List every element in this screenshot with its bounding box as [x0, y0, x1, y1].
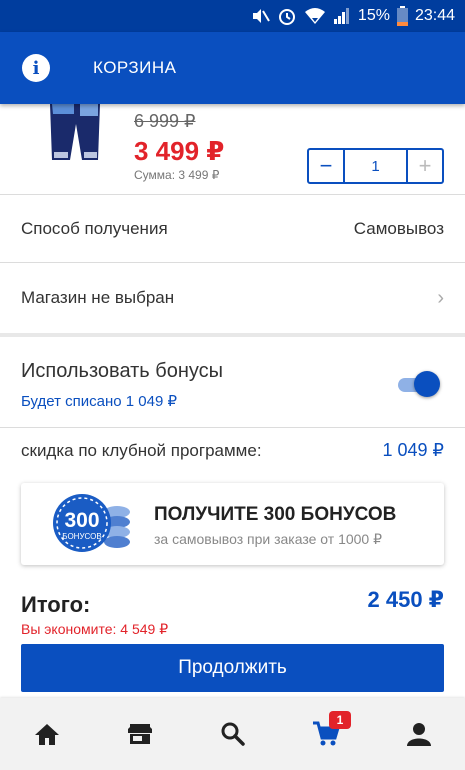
home-icon — [34, 724, 59, 745]
clock: 23:44 — [414, 7, 455, 24]
bonuses-deduction: Будет списано 1 049 ₽ — [21, 393, 178, 410]
decrease-button[interactable]: − — [309, 150, 345, 182]
cart-item: 6 999 ₽ 3 499 ₽ Сумма: 3 499 ₽ − 1 + — [0, 104, 465, 192]
use-bonuses-label: Использовать бонусы — [21, 360, 224, 382]
savings-text: Вы экономите: 4 549 ₽ — [21, 621, 169, 637]
product-image[interactable] — [44, 104, 106, 164]
status-bar: 15% 23:44 — [0, 0, 465, 32]
store-icon — [127, 724, 152, 744]
total-value: 2 450 ₽ — [367, 587, 444, 612]
bonus-promo-card[interactable]: 300 БОНУСОВ ПОЛУЧИТЕ 300 БОНУСОВ за само… — [21, 483, 444, 565]
bonus-badge-text: БОНУСОВ — [62, 532, 102, 541]
club-discount-label: скидка по клубной программе: — [21, 441, 262, 460]
old-price: 6 999 ₽ — [134, 111, 196, 131]
nav-home[interactable] — [0, 698, 93, 770]
alarm-icon — [278, 9, 295, 25]
item-sum: Сумма: 3 499 ₽ — [134, 168, 220, 182]
delivery-method-label: Способ получения — [21, 218, 168, 238]
store-select-row[interactable]: Магазин не выбран › — [0, 263, 465, 333]
cart-count-badge: 1 — [329, 711, 351, 729]
chevron-right-icon: › — [437, 286, 444, 309]
profile-icon — [406, 723, 431, 746]
mute-icon — [252, 9, 270, 23]
wifi-icon — [304, 8, 325, 24]
search-icon — [221, 722, 245, 746]
bottom-nav: 1 — [0, 698, 465, 770]
quantity-stepper: − 1 + — [307, 148, 444, 184]
divider — [0, 427, 465, 428]
toggle-knob — [414, 371, 440, 397]
promo-title: ПОЛУЧИТЕ 300 БОНУСОВ — [154, 504, 397, 525]
nav-search[interactable] — [186, 698, 279, 770]
nav-cart[interactable]: 1 — [279, 698, 372, 770]
page-title: КОРЗИНА — [93, 58, 177, 77]
promo-subtitle: за самовывоз при заказе от 1000 ₽ — [154, 531, 383, 547]
increase-button[interactable]: + — [406, 150, 442, 182]
quantity-input[interactable]: 1 — [345, 150, 406, 182]
section-gap — [0, 333, 465, 337]
battery-percent: 15% — [357, 7, 390, 24]
info-icon[interactable]: i — [22, 54, 50, 82]
battery-icon — [396, 6, 408, 26]
store-label: Магазин не выбран — [21, 288, 175, 307]
bonus-badge-number: 300 — [64, 509, 100, 532]
current-price: 3 499 ₽ — [134, 136, 225, 166]
app-bar: i КОРЗИНА — [0, 32, 465, 104]
nav-profile[interactable] — [372, 698, 465, 770]
continue-button[interactable]: Продолжить — [21, 644, 444, 692]
bonuses-toggle[interactable] — [398, 370, 440, 398]
nav-store[interactable] — [93, 698, 186, 770]
club-discount-value: 1 049 ₽ — [382, 440, 445, 460]
delivery-method-value: Самовывоз — [353, 218, 444, 238]
signal-icon — [333, 8, 349, 24]
delivery-method-row[interactable]: Способ получения Самовывоз — [0, 195, 465, 262]
total-label: Итого: — [21, 592, 91, 617]
